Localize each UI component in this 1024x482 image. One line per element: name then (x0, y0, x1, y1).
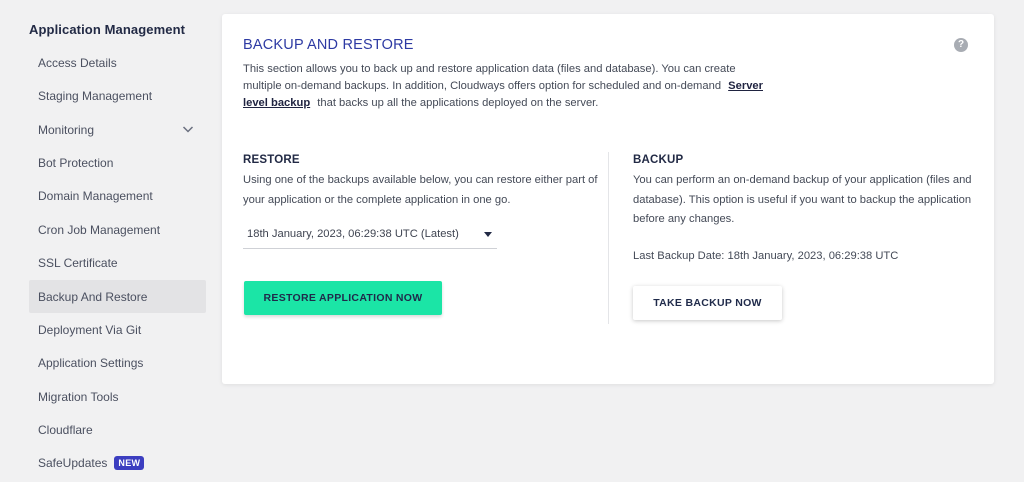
chevron-down-icon[interactable] (182, 123, 194, 135)
sidebar-item-label: SSL Certificate (38, 255, 118, 270)
sidebar-item-label: Cloudflare (38, 422, 93, 437)
sidebar-item-deployment-via-git[interactable]: Deployment Via Git (29, 313, 206, 346)
sidebar-item-monitoring[interactable]: Monitoring (29, 113, 206, 146)
sidebar-item-access-details[interactable]: Access Details (29, 46, 206, 79)
sidebar-item-label: Staging Management (38, 88, 153, 103)
restore-title: RESTORE (243, 154, 300, 166)
restore-description: Using one of the backups available below… (243, 174, 598, 206)
intro-text-end: that backs up all the applications deplo… (317, 97, 599, 109)
restore-button-label: RESTORE APPLICATION NOW (263, 292, 423, 304)
backup-select[interactable]: 18th January, 2023, 06:29:38 UTC (Latest… (243, 220, 497, 249)
sidebar-item-staging-management[interactable]: Staging Management (29, 79, 206, 112)
take-backup-button-label: TAKE BACKUP NOW (653, 297, 762, 309)
page-title: BACKUP AND RESTORE (243, 37, 414, 53)
sidebar-item-label: SafeUpdates (38, 455, 108, 470)
backup-restore-card: BACKUP AND RESTORE ? This section allows… (222, 14, 994, 384)
sidebar-item-label: Bot Protection (38, 155, 114, 170)
sidebar-item-label: Backup And Restore (38, 289, 148, 304)
sidebar-item-cloudflare[interactable]: Cloudflare (29, 413, 206, 446)
sidebar-item-label: Application Settings (38, 355, 144, 370)
new-badge: NEW (114, 455, 145, 470)
backup-title: BACKUP (633, 154, 684, 166)
sidebar-item-label: Monitoring (38, 122, 95, 137)
sidebar-item-application-settings[interactable]: Application Settings (29, 346, 206, 379)
intro-text: This section allows you to back up and r… (243, 61, 773, 112)
sidebar-item-safeupdates[interactable]: SafeUpdates NEW (29, 446, 206, 479)
intro-text-start: This section allows you to back up and r… (243, 63, 736, 92)
sidebar-item-label: Access Details (38, 55, 117, 70)
sidebar-title: Application Management (29, 22, 186, 37)
sidebar-item-label: Domain Management (38, 188, 153, 203)
sidebar-item-migration-tools[interactable]: Migration Tools (29, 380, 206, 413)
sidebar-item-cron-job-management[interactable]: Cron Job Management (29, 213, 206, 246)
backup-description: You can perform an on-demand backup of y… (633, 174, 972, 225)
backup-select-value: 18th January, 2023, 06:29:38 UTC (Latest… (247, 228, 459, 240)
last-backup-date: Last Backup Date: 18th January, 2023, 06… (633, 250, 899, 262)
restore-application-button[interactable]: RESTORE APPLICATION NOW (244, 281, 442, 315)
sidebar-item-label: Deployment Via Git (38, 322, 142, 337)
question-circle-icon[interactable]: ? (954, 38, 968, 52)
caret-down-icon (484, 232, 492, 237)
take-backup-button[interactable]: TAKE BACKUP NOW (633, 286, 782, 320)
sidebar-item-label: Migration Tools (38, 389, 119, 404)
sidebar-item-domain-management[interactable]: Domain Management (29, 179, 206, 212)
sidebar-item-bot-protection[interactable]: Bot Protection (29, 146, 206, 179)
column-divider (608, 152, 609, 324)
sidebar-item-label: Cron Job Management (38, 222, 161, 237)
sidebar: Application Management Access Details St… (0, 0, 222, 482)
sidebar-item-backup-and-restore[interactable]: Backup And Restore (29, 280, 206, 313)
sidebar-item-ssl-certificate[interactable]: SSL Certificate (29, 246, 206, 279)
